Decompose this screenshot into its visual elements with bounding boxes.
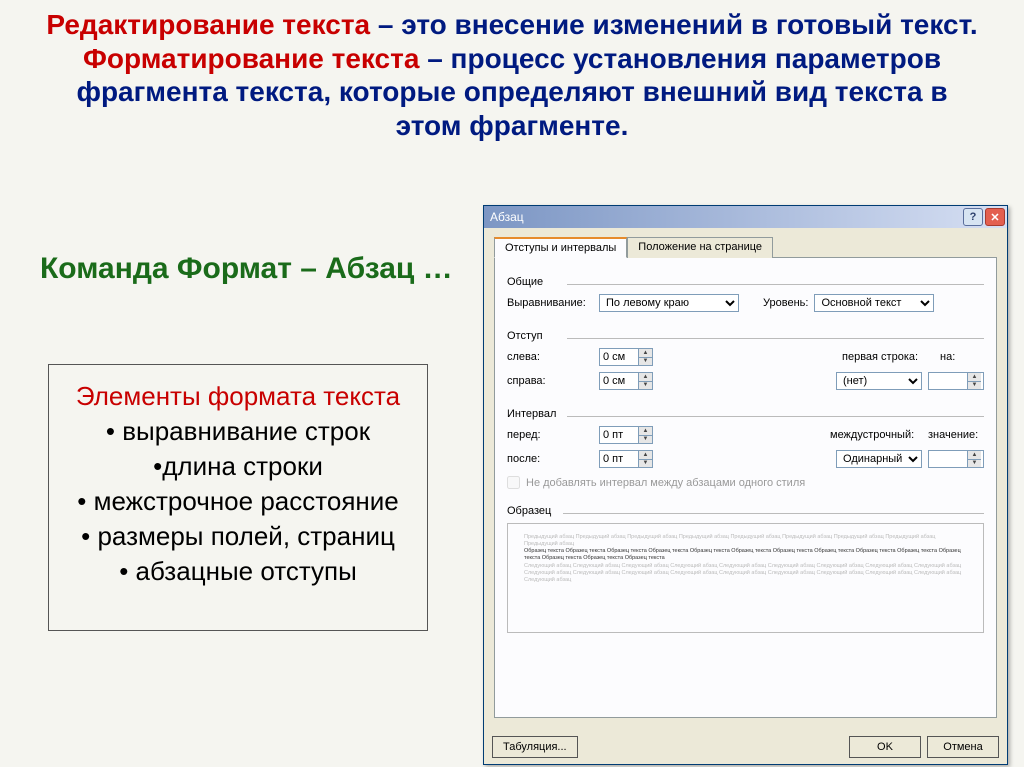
spacing-at-label: значение: [928, 429, 984, 441]
group-spacing: Интервал [507, 408, 984, 420]
spin-up-icon[interactable]: ▲ [968, 451, 981, 460]
ok-button[interactable]: OK [849, 736, 921, 758]
spin-down-icon[interactable]: ▼ [639, 436, 652, 444]
spin-up-icon[interactable]: ▲ [639, 373, 652, 382]
group-preview: Образец [507, 505, 984, 517]
indent-right-spinner[interactable]: ▲▼ [599, 372, 653, 390]
line-spacing-label: междустрочный: [830, 429, 922, 441]
indent-by-spinner[interactable]: ▲▼ [928, 372, 984, 390]
no-space-checkbox [507, 476, 520, 489]
indent-by-label: на: [940, 351, 984, 363]
first-line-label: первая строка: [842, 351, 934, 363]
close-button[interactable]: ✕ [985, 208, 1005, 226]
group-indent: Отступ [507, 330, 984, 342]
spin-down-icon[interactable]: ▼ [968, 382, 981, 390]
elements-title: Элементы формата текста [59, 379, 417, 414]
after-spinner[interactable]: ▲▼ [599, 450, 653, 468]
line-spacing-combo[interactable]: Одинарный [836, 450, 922, 468]
spin-up-icon[interactable]: ▲ [639, 451, 652, 460]
spin-up-icon[interactable]: ▲ [639, 427, 652, 436]
after-label: после: [507, 453, 593, 465]
indent-left-label: слева: [507, 351, 593, 363]
before-spinner[interactable]: ▲▼ [599, 426, 653, 444]
alignment-combo[interactable]: По левому краю [599, 294, 739, 312]
level-label: Уровень: [763, 297, 808, 309]
spacing-at-spinner[interactable]: ▲▼ [928, 450, 984, 468]
spin-up-icon[interactable]: ▲ [639, 349, 652, 358]
spin-down-icon[interactable]: ▼ [968, 460, 981, 468]
first-line-combo[interactable]: (нет) [836, 372, 922, 390]
group-general: Общие [507, 276, 984, 288]
alignment-label: Выравнивание: [507, 297, 593, 309]
dialog-title: Абзац [490, 210, 524, 224]
titlebar[interactable]: Абзац ? ✕ [484, 206, 1007, 228]
tab-position[interactable]: Положение на странице [627, 237, 773, 258]
before-label: перед: [507, 429, 593, 441]
no-space-label: Не добавлять интервал между абзацами одн… [526, 477, 805, 489]
tab-indents[interactable]: Отступы и интервалы [494, 237, 627, 258]
term-editing: Редактирование текста [46, 9, 370, 40]
spin-up-icon[interactable]: ▲ [968, 373, 981, 382]
elements-list: • выравнивание строк •длина строки • меж… [59, 414, 417, 589]
spin-down-icon[interactable]: ▼ [639, 358, 652, 366]
indent-left-spinner[interactable]: ▲▼ [599, 348, 653, 366]
tabs-button[interactable]: Табуляция... [492, 736, 578, 758]
help-button[interactable]: ? [963, 208, 983, 226]
preview-box: Предыдущий абзац Предыдущий абзац Предыд… [507, 523, 984, 633]
level-combo[interactable]: Основной текст [814, 294, 934, 312]
paragraph-dialog: Абзац ? ✕ Отступы и интервалы Положение … [483, 205, 1008, 765]
dialog-tabs: Отступы и интервалы Положение на страниц… [494, 236, 997, 258]
spin-down-icon[interactable]: ▼ [639, 460, 652, 468]
elements-box: Элементы формата текста • выравнивание с… [48, 364, 428, 631]
def-editing: – это внесение изменений в готовый текст… [370, 9, 978, 40]
term-formatting: Форматирование текста [83, 43, 419, 74]
cancel-button[interactable]: Отмена [927, 736, 999, 758]
definitions: Редактирование текста – это внесение изм… [40, 8, 984, 142]
indent-right-label: справа: [507, 375, 593, 387]
spin-down-icon[interactable]: ▼ [639, 382, 652, 390]
